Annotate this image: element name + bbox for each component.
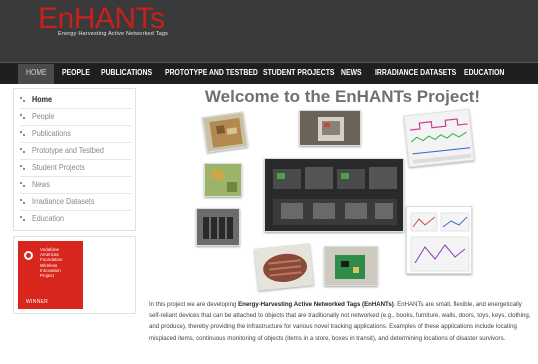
bullet-icon — [20, 148, 26, 154]
site-tagline: Energy Harvesting Active Networked Tags — [58, 31, 169, 37]
sidebar-item-publications[interactable]: Publications — [20, 126, 132, 143]
intro-lead: In this project we are developing — [149, 301, 239, 308]
sidebar-item-news[interactable]: News — [20, 177, 132, 194]
tag-board-photo — [201, 111, 249, 153]
project-photo-collage — [196, 108, 475, 291]
sidebar-item-label: Home — [32, 95, 53, 104]
badge-winner: WINNER — [26, 299, 49, 305]
bullet-icon — [20, 131, 26, 137]
sidebar-item-label: News — [32, 180, 51, 189]
measurement-charts — [406, 206, 472, 274]
sidebar-item-irradiance-datasets[interactable]: Irradiance Datasets — [20, 194, 132, 211]
nav-student-projects[interactable]: STUDENT PROJECTS — [263, 68, 334, 77]
intro-bold: Energy-Harvesting Active Networked Tags … — [238, 301, 394, 308]
sidebar-menu: Home People Publications Prototype and T… — [13, 88, 136, 231]
nav-prototype-and-testbed[interactable]: PROTOTYPE AND TESTBED — [165, 68, 258, 77]
nav-news[interactable]: NEWS — [341, 68, 362, 77]
main-nav: HOME PEOPLE PUBLICATIONS PROTOTYPE AND T… — [0, 62, 538, 84]
bullet-icon — [20, 199, 26, 205]
nav-people[interactable]: PEOPLE — [62, 68, 90, 77]
sidebar-item-education[interactable]: Education — [20, 211, 132, 228]
sidebar-item-people[interactable]: People — [20, 109, 132, 126]
nav-publications[interactable]: PUBLICATIONS — [101, 68, 152, 77]
badge-line: Project — [40, 273, 55, 279]
badge-text: Vodafone Americas Foundation Wireless In… — [40, 247, 63, 278]
solar-cell-photo — [196, 208, 240, 246]
sidebar-item-label: Student Projects — [32, 163, 85, 172]
sidebar-item-label: Education — [32, 214, 65, 223]
page-title: Welcome to the EnHANTs Project! — [204, 87, 481, 106]
oscilloscope-screenshot — [403, 108, 475, 168]
sidebar-item-label: Publications — [32, 129, 71, 138]
bullet-icon — [20, 216, 26, 222]
vodafone-award-badge[interactable]: Vodafone Americas Foundation Wireless In… — [18, 241, 83, 309]
sidebar-item-prototype-and-testbed[interactable]: Prototype and Testbed — [20, 143, 132, 160]
nav-irradiance-datasets[interactable]: IRRADIANCE DATASETS — [375, 68, 456, 77]
sidebar-item-student-projects[interactable]: Student Projects — [20, 160, 132, 177]
sidebar-item-label: Irradiance Datasets — [32, 197, 95, 206]
vodafone-logo-icon — [24, 251, 33, 260]
bullet-icon — [20, 114, 26, 120]
sidebar-item-label: People — [32, 112, 55, 121]
nav-home[interactable]: HOME — [26, 68, 47, 77]
badge-line: Foundation — [40, 257, 63, 263]
pcb-photo — [204, 163, 242, 197]
flexible-panel-photo — [253, 243, 315, 291]
intro-paragraph: In this project we are developing Energy… — [149, 299, 533, 344]
award-panel: Vodafone Americas Foundation Wireless In… — [13, 236, 136, 314]
device-photo — [299, 110, 361, 146]
green-board-photo — [324, 246, 378, 286]
sidebar-item-label: Prototype and Testbed — [32, 146, 104, 155]
bullet-icon — [20, 97, 26, 103]
bullet-icon — [20, 182, 26, 188]
bullet-icon — [20, 165, 26, 171]
nav-education[interactable]: EDUCATION — [464, 68, 504, 77]
sidebar-item-home[interactable]: Home — [20, 92, 132, 109]
testbed-photo — [264, 158, 404, 232]
site-header: EnHANTs Energy Harvesting Active Network… — [0, 0, 538, 62]
